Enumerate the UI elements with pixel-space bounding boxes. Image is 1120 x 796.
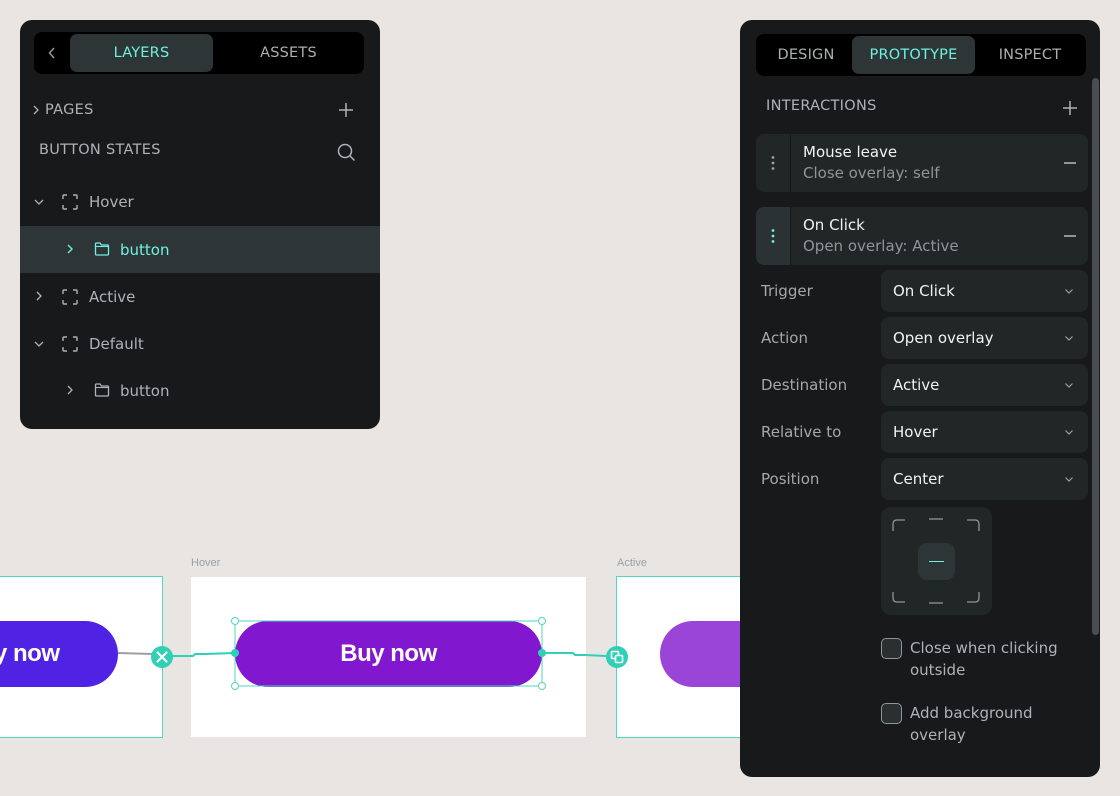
layer-label: Active [89, 287, 136, 306]
center-marker-icon [929, 560, 944, 563]
pos-bottom-left [892, 592, 905, 603]
board-icon [62, 336, 78, 352]
back-button[interactable] [34, 34, 70, 72]
trigger-value: On Click [893, 282, 955, 300]
layer-item-default-button[interactable]: button [20, 367, 380, 414]
position-label: Position [761, 470, 820, 488]
layer-label: Default [89, 334, 144, 353]
checkbox-box[interactable] [881, 638, 902, 659]
trigger-label: Trigger [761, 282, 813, 300]
destination-label: Destination [761, 376, 848, 394]
checkbox-label: Close when clicking outside [910, 639, 1058, 679]
interactions-title: INTERACTIONS [766, 98, 877, 114]
pages-toggle[interactable]: PAGES [32, 100, 94, 120]
destination-value: Active [893, 376, 940, 394]
plus-icon [339, 103, 353, 117]
layers-assets-switch: LAYERS ASSETS [34, 32, 364, 74]
folder-icon [94, 383, 110, 397]
remove-interaction-icon[interactable] [1064, 162, 1076, 164]
chevron-down-icon [1065, 383, 1073, 388]
layer-label: Hover [89, 192, 134, 211]
layers-panel: LAYERS ASSETS PAGES BUTTON STATES Hover [20, 20, 380, 429]
hover-buy-now-button[interactable]: Buy now [235, 621, 542, 687]
add-interaction-button[interactable] [1059, 97, 1081, 119]
pages-label: PAGES [45, 102, 94, 118]
search-icon [337, 143, 355, 161]
relative-to-label: Relative to [761, 423, 842, 441]
inspector-tabs: DESIGN PROTOTYPE INSPECT [756, 34, 1086, 76]
interaction-item-on-click[interactable]: On Click Open overlay: Active [756, 207, 1088, 265]
tab-assets[interactable]: ASSETS [213, 34, 364, 72]
position-value: Center [893, 470, 944, 488]
pos-center[interactable] [918, 543, 955, 580]
folder-icon [94, 242, 110, 256]
drag-handle[interactable] [756, 207, 791, 265]
pos-bottom-right [967, 592, 980, 603]
action-value: Open overlay [893, 329, 994, 347]
layer-item-hover[interactable]: Hover [20, 178, 380, 225]
action-select[interactable]: Open overlay [881, 317, 1088, 359]
checkbox-label: Add background overlay [910, 704, 1033, 744]
interaction-summary: Open overlay: Active [803, 237, 959, 255]
layer-item-default[interactable]: Default [20, 320, 380, 367]
board-icon [62, 289, 78, 305]
chevron-down-icon [1065, 336, 1073, 341]
chevron-left-icon [48, 47, 55, 59]
board-icon [62, 194, 78, 210]
more-vertical-icon [771, 156, 775, 170]
chevron-down-icon [1065, 289, 1073, 294]
interaction-trigger: Mouse leave [803, 143, 898, 161]
tab-prototype[interactable]: PROTOTYPE [852, 36, 975, 74]
layer-label: button [120, 381, 170, 400]
destination-select[interactable]: Active [881, 364, 1088, 406]
interaction-summary: Close overlay: self [803, 164, 940, 182]
chevron-right-icon[interactable] [64, 384, 76, 396]
drag-handle[interactable] [756, 134, 791, 192]
layer-label: button [120, 240, 170, 259]
more-vertical-icon [771, 229, 775, 243]
board-label-hover[interactable]: Hover [191, 557, 220, 569]
board-label-active[interactable]: Active [617, 557, 647, 569]
default-button-label: Buy now [0, 640, 60, 667]
scrollbar[interactable] [1092, 78, 1099, 635]
close-when-clicking-outside-checkbox[interactable]: Close when clicking outside [881, 637, 1080, 681]
relative-to-value: Hover [893, 423, 938, 441]
hover-button-label: Buy now [340, 640, 437, 667]
position-select[interactable]: Center [881, 458, 1088, 500]
chevron-right-icon[interactable] [33, 290, 45, 302]
chevron-down-icon[interactable] [33, 196, 45, 208]
action-label: Action [761, 329, 808, 347]
interaction-item-mouse-leave[interactable]: Mouse leave Close overlay: self [756, 134, 1088, 192]
tab-design[interactable]: DESIGN [760, 36, 852, 74]
add-background-overlay-checkbox[interactable]: Add background overlay [881, 702, 1080, 746]
remove-interaction-icon[interactable] [1064, 235, 1076, 237]
checkbox-box[interactable] [881, 703, 902, 724]
chevron-right-icon[interactable] [64, 243, 76, 255]
plus-icon [1063, 101, 1077, 115]
inspector-panel: DESIGN PROTOTYPE INSPECT INTERACTIONS Mo… [740, 20, 1100, 777]
pos-top-left [892, 519, 905, 531]
page-title: BUTTON STATES [39, 142, 161, 158]
tab-layers[interactable]: LAYERS [70, 34, 213, 72]
layer-item-hover-button[interactable]: button [20, 226, 380, 273]
default-buy-now-button[interactable]: Buy now [0, 621, 118, 687]
layer-item-active[interactable]: Active [20, 273, 380, 320]
chevron-down-icon[interactable] [33, 338, 45, 350]
add-page-button[interactable] [335, 99, 357, 121]
interaction-trigger: On Click [803, 216, 865, 234]
trigger-select[interactable]: On Click [881, 270, 1088, 312]
chevron-down-icon [1065, 430, 1073, 435]
pos-top-right [967, 519, 980, 531]
search-layers-button[interactable] [335, 141, 357, 163]
chevron-down-icon [1065, 477, 1073, 482]
position-grid [881, 507, 992, 615]
relative-to-select[interactable]: Hover [881, 411, 1088, 453]
tab-inspect[interactable]: INSPECT [975, 36, 1085, 74]
chevron-right-icon [33, 105, 39, 115]
